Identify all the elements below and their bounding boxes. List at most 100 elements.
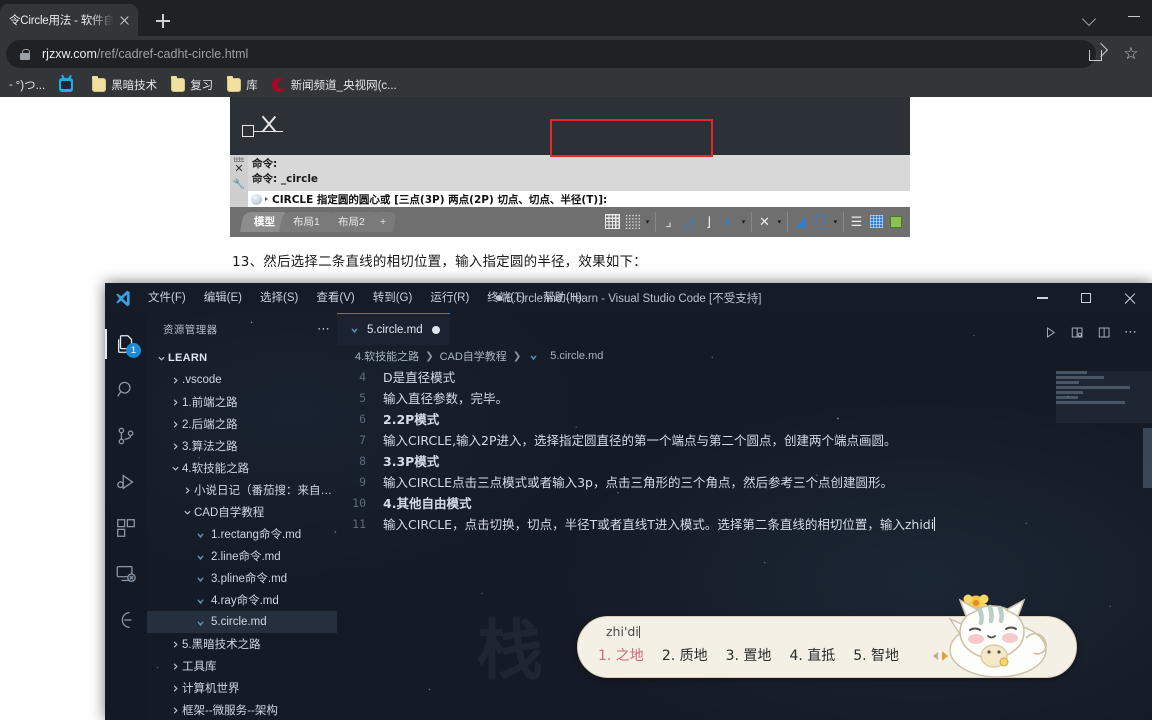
url-path: /ref/cadref-cadht-circle.html [96,47,249,61]
ortho-mode-icon[interactable]: ⌟ [659,211,678,232]
object-snap-icon[interactable]: ⌋ [699,211,718,232]
minimize-icon[interactable] [1020,283,1064,313]
ucs-dropdown-caret-icon[interactable] [777,220,782,223]
split-editor-icon[interactable] [1092,319,1116,345]
sidebar-item-computer-world[interactable]: 计算机世界 [147,677,337,699]
menu-run[interactable]: 运行(R) [421,283,478,313]
menu-terminal[interactable]: 终端(T) [478,283,534,313]
sidebar-item-line-md[interactable]: 2.line命令.md [147,545,337,567]
menu-help[interactable]: 帮助(H) [534,283,591,313]
ime-candidate-4[interactable]: 4. 直抵 [789,645,835,665]
more-actions-icon[interactable]: ⋯ [1119,319,1143,345]
new-tab-button[interactable] [150,8,176,34]
close-icon[interactable]: ✕ [234,163,243,176]
prev-page-icon[interactable] [933,651,938,660]
minimap-slider[interactable] [1056,371,1152,423]
cad-option-2p[interactable]: 两点(2P) [448,194,494,206]
editor-tab-circle-md[interactable]: 5.circle.md [337,313,450,345]
sidebar-item-frontend[interactable]: 1.前端之路 [147,391,337,413]
activity-search-icon[interactable] [105,367,147,413]
ime-candidate-2[interactable]: 2. 质地 [662,645,708,665]
sidebar-item-dark-tech[interactable]: 5.黑暗技术之路 [147,633,337,655]
crosshair-cursor-icon [242,109,286,139]
lineweight-dropdown-caret-icon[interactable] [833,220,838,223]
activity-remote-explorer-icon[interactable] [105,551,147,597]
close-icon[interactable] [116,12,132,28]
sidebar-item-cad-tutorial[interactable]: CAD自学教程 [147,501,337,523]
polar-tracking-icon[interactable]: ◿ [679,211,698,232]
menu-go[interactable]: 转到(G) [364,283,422,313]
star-icon[interactable]: ☆ [1122,45,1140,63]
sidebar-title: 资源管理器 [163,323,218,336]
menu-file[interactable]: 文件(F) [139,283,195,313]
editor-vertical-scrollbar[interactable] [1143,428,1152,488]
sidebar-item-backend[interactable]: 2.后端之路 [147,413,337,435]
sidebar-item-algorithms[interactable]: 3.算法之路 [147,435,337,457]
sidebar-item-label: 4.ray命令.md [211,595,279,607]
bookmark-item[interactable] [52,74,85,96]
ime-candidate-1[interactable]: 1. 之地 [598,645,644,665]
bookmark-item[interactable]: 复习 [164,74,220,96]
sidebar-item-vscode[interactable]: .vscode [147,369,337,391]
wrench-icon[interactable]: 🔧 [233,178,245,191]
sidebar-item-softskills[interactable]: 4.软技能之路 [147,457,337,479]
bookmark-item[interactable]: - °)つ... [2,74,52,96]
sidebar-item-circle-md[interactable]: 5.circle.md [147,611,337,633]
ime-candidate-5[interactable]: 5. 智地 [853,645,899,665]
grid-display-icon[interactable] [603,211,622,232]
activity-run-debug-icon[interactable] [105,459,147,505]
cad-option-ttr[interactable]: 切点、切点、半径(T) [497,194,598,206]
maximize-icon[interactable] [1064,283,1108,313]
preview-icon[interactable] [1038,319,1062,345]
menu-view[interactable]: 查看(V) [307,283,363,313]
snap-mode-icon[interactable] [623,211,642,232]
selection-cycling-icon[interactable] [867,211,886,232]
sidebar-item-novel-diary[interactable]: 小说日记（番茄搜：来自未来世界的一... [147,479,337,501]
next-page-icon[interactable] [942,650,948,661]
menu-selection[interactable]: 选择(S) [251,283,307,313]
address-bar[interactable]: rjzxw.com/ref/cadref-cadht-circle.html [6,40,1096,68]
open-preview-to-side-icon[interactable] [1065,319,1089,345]
activity-testing-icon[interactable] [105,597,147,643]
close-icon[interactable] [1108,283,1152,313]
menu-edit[interactable]: 编辑(E) [195,283,251,313]
chevron-right-icon [169,684,182,693]
bookmark-item[interactable]: 黑暗技术 [85,74,164,96]
bulb-icon [251,193,262,205]
dynamic-ucs-icon[interactable]: ✕ [755,211,774,232]
breadcrumb-item[interactable]: 5.circle.md [550,350,603,362]
bookmark-item[interactable]: 库 [220,74,265,96]
sidebar-item-framework[interactable]: 框架--微服务--架构 [147,699,337,720]
sidebar-item-rectang-md[interactable]: 1.rectang命令.md [147,523,337,545]
sidebar-item-ray-md[interactable]: 4.ray命令.md [147,589,337,611]
transparency-icon[interactable]: ☰ [847,211,866,232]
sidebar-item-toolbox[interactable]: 工具库 [147,655,337,677]
unsaved-dot-icon[interactable] [431,325,440,334]
ime-menu-icon[interactable] [956,649,971,662]
browser-tab-title: 令Circle用法 - 软件自 [9,15,114,27]
chevron-down-icon[interactable] [1080,8,1100,28]
browser-tab[interactable]: 令Circle用法 - 软件自 [0,4,138,36]
breadcrumb-item[interactable]: CAD自学教程 [440,348,507,364]
object-snap-tracking-icon[interactable]: ◐ [719,211,738,232]
tree-root-learn[interactable]: LEARN [147,347,337,369]
cad-option-3p[interactable]: 三点(3P) [399,194,445,206]
ime-candidate-3[interactable]: 3. 置地 [726,645,772,665]
breadcrumb-item[interactable]: 4.软技能之路 [355,348,419,364]
activity-explorer-icon[interactable]: 1 [105,321,147,367]
dynamic-input-icon[interactable]: ◢ [791,211,810,232]
snap-dropdown-caret-icon[interactable] [645,220,650,223]
annotation-visibility-icon[interactable] [887,211,906,232]
lineweight-icon[interactable]: ☐ [811,211,830,232]
line-text: 4.其他自由模式 [383,496,472,511]
activity-source-control-icon[interactable] [105,413,147,459]
cad-tab-add[interactable]: + [368,212,397,232]
bookmark-item[interactable]: 新闻频道_央视网(c... [265,74,404,96]
ellipsis-icon[interactable]: ⋯ [317,321,331,337]
sidebar-item-pline-md[interactable]: 3.pline命令.md [147,567,337,589]
minimize-icon[interactable] [1128,16,1140,18]
share-icon[interactable] [1088,45,1106,63]
osnap-dropdown-caret-icon[interactable] [741,220,746,223]
activity-extensions-icon[interactable] [105,505,147,551]
cad-command-input[interactable]: CIRCLE 指定圆的圆心或 [三点(3P) 两点(2P) 切点、切点、半径(T… [248,191,910,207]
